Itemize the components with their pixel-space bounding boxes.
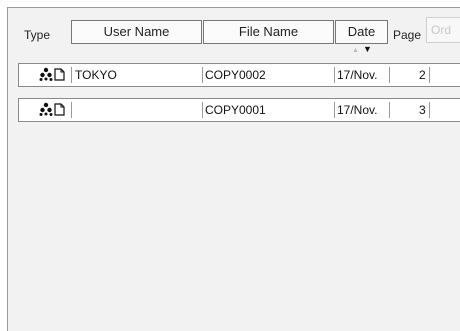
- column-divider: [389, 67, 390, 83]
- date-cell: 17/Nov.: [337, 68, 378, 82]
- order-button[interactable]: Ord: [426, 17, 460, 43]
- column-divider: [202, 102, 203, 118]
- sort-user-name-button[interactable]: User Name: [71, 20, 202, 44]
- document-list-panel: [7, 7, 460, 331]
- type-icon-group: [39, 66, 71, 84]
- document-icon: [54, 103, 65, 116]
- file-name-cell: COPY0002: [205, 68, 266, 82]
- page-count-cell: 2: [419, 68, 426, 82]
- copier-stack-icon: [39, 102, 53, 116]
- column-divider: [429, 67, 430, 83]
- date-cell: 17/Nov.: [337, 103, 378, 117]
- column-divider: [334, 102, 335, 118]
- column-divider: [202, 67, 203, 83]
- table-row[interactable]: COPY0001 17/Nov. 3: [18, 98, 460, 122]
- page-column-label: Page: [393, 28, 422, 42]
- user-name-cell: TOKYO: [75, 68, 117, 82]
- column-divider: [429, 102, 430, 118]
- sort-direction-indicator: ▲ ▼: [352, 44, 372, 55]
- column-divider: [334, 67, 335, 83]
- sort-descending-icon: ▼: [362, 44, 372, 54]
- column-divider: [71, 67, 72, 83]
- column-divider: [71, 102, 72, 118]
- sort-ascending-icon: ▲: [352, 47, 359, 54]
- table-row[interactable]: TOKYO COPY0002 17/Nov. 2: [18, 63, 460, 87]
- type-column-label: Type: [24, 28, 51, 42]
- document-icon: [54, 68, 65, 81]
- type-icon-group: [39, 101, 71, 119]
- file-name-cell: COPY0001: [205, 103, 266, 117]
- column-divider: [389, 102, 390, 118]
- page-count-cell: 3: [419, 103, 426, 117]
- copier-stack-icon: [39, 67, 53, 81]
- sort-date-button[interactable]: Date: [335, 20, 388, 44]
- sort-file-name-button[interactable]: File Name: [203, 20, 334, 44]
